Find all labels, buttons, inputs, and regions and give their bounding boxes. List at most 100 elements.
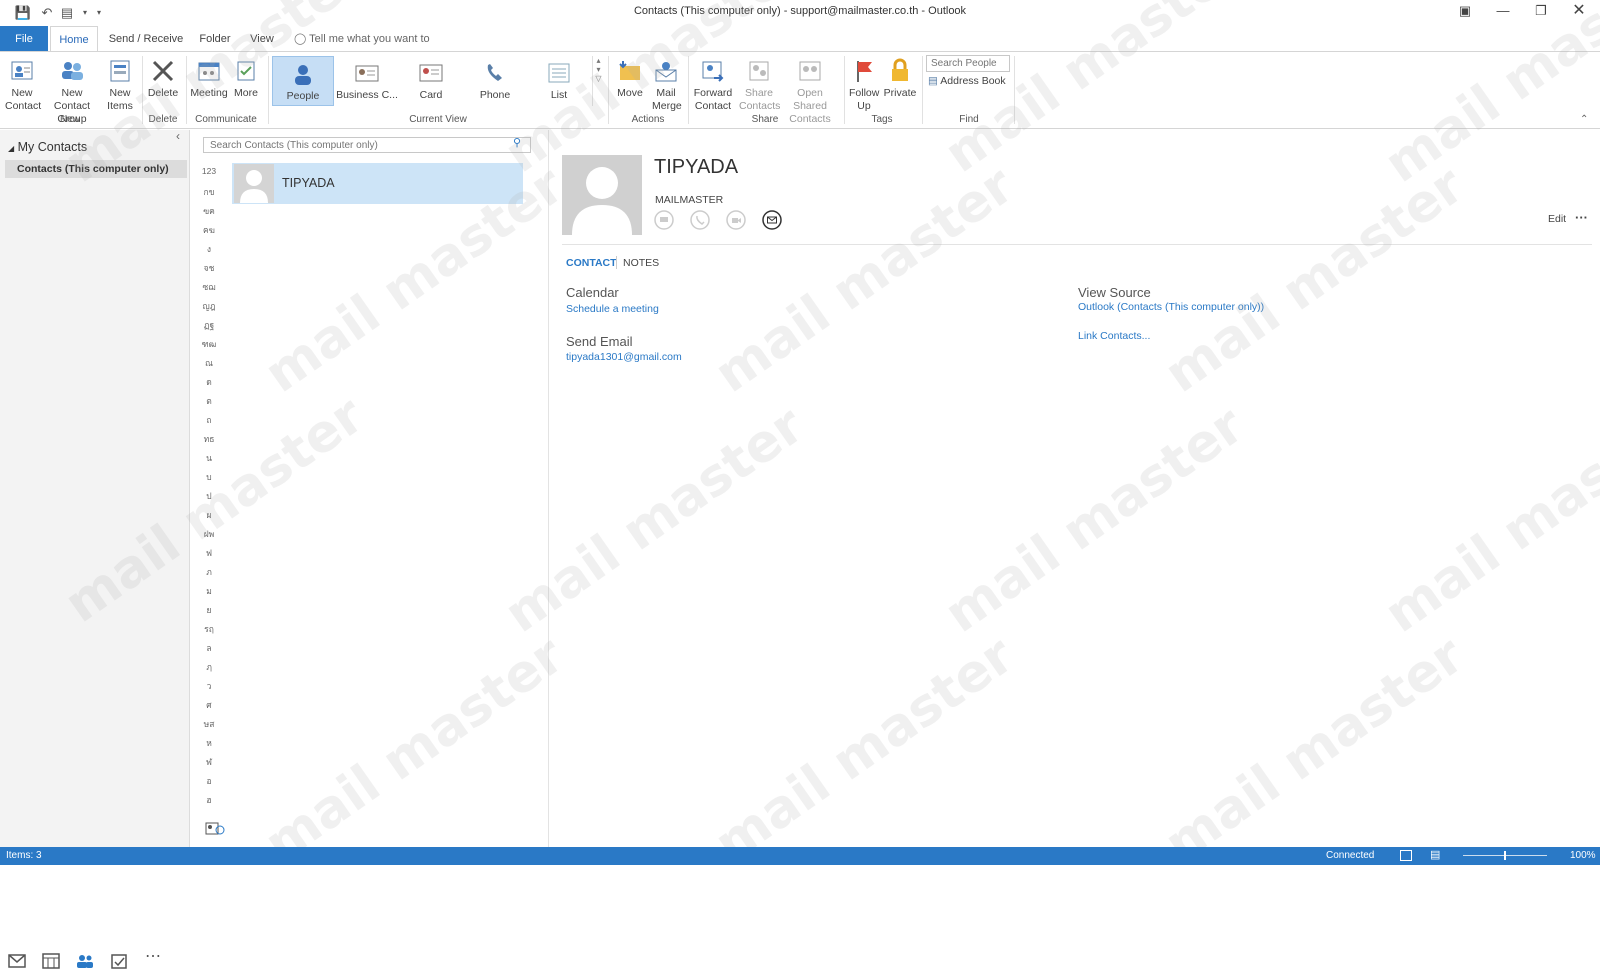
folder-contacts-this-computer[interactable]: Contacts (This computer only) [5, 160, 187, 178]
ribbon-display-options-icon[interactable]: ▣ [1446, 0, 1484, 22]
reading-pane: TIPYADA MAILMASTER Edit ··· CONTACT NOTE… [550, 130, 1600, 847]
view-card[interactable]: Card [400, 56, 462, 106]
alphabet-index-item[interactable]: ย [199, 603, 219, 617]
alphabet-index-item[interactable]: ห [199, 736, 219, 750]
view-people[interactable]: People [272, 56, 334, 106]
alphabet-index-item[interactable]: ผ [199, 508, 219, 522]
tab-file[interactable]: File [0, 26, 48, 52]
tab-send-receive[interactable]: Send / Receive [104, 26, 188, 52]
my-contacts-header[interactable]: ◢ My Contacts [8, 140, 87, 154]
alphabet-index-item[interactable]: ณ [199, 356, 219, 370]
alphabet-index-item[interactable]: น [199, 451, 219, 465]
more-nav-icon[interactable]: ⋯ [145, 946, 161, 966]
tab-view[interactable]: View [244, 26, 280, 52]
tab-folder[interactable]: Folder [194, 26, 236, 52]
follow-up-button[interactable]: Follow Up [846, 54, 882, 113]
alphabet-index-item[interactable]: ทธ [199, 432, 219, 446]
share-contacts-button[interactable]: Share Contacts [738, 54, 780, 113]
tab-notes[interactable]: NOTES [623, 257, 659, 269]
alphabet-index-item[interactable]: ต [199, 394, 219, 408]
alphabet-index-item[interactable]: ง [199, 242, 219, 256]
restore-button[interactable]: ❐ [1522, 0, 1560, 22]
address-book-button[interactable]: ▤ Address Book [928, 75, 1006, 87]
contact-list-item[interactable]: TIPYADA [232, 163, 523, 204]
calendar-icon[interactable] [42, 953, 60, 969]
reading-view-icon[interactable]: ▤ [1430, 848, 1440, 861]
alphabet-index-item[interactable]: ป [199, 489, 219, 503]
email-address-link[interactable]: tipyada1301@gmail.com [566, 351, 682, 363]
alphabet-index-item[interactable]: ฝพ [199, 527, 219, 541]
call-icon[interactable] [690, 210, 710, 230]
im-icon[interactable] [654, 210, 674, 230]
alphabet-index-item[interactable]: ฦ [199, 660, 219, 674]
search-contacts-input[interactable] [203, 137, 531, 153]
schedule-meeting-link[interactable]: Schedule a meeting [566, 303, 659, 315]
alphabet-index-item[interactable]: กข [199, 185, 219, 199]
alphabet-index-item[interactable]: ล [199, 641, 219, 655]
new-items-button[interactable]: New Items [102, 54, 138, 113]
view-source-link[interactable]: Outlook (Contacts (This computer only)) [1078, 301, 1264, 313]
alphabet-index-item[interactable]: บ [199, 470, 219, 484]
alphabet-index-item[interactable]: ศ [199, 698, 219, 712]
status-bar: Items: 3 Connected ▤ 100% [0, 847, 1600, 865]
connection-status: Connected [1326, 850, 1375, 861]
alphabet-index-item[interactable]: ฟ [199, 546, 219, 560]
alphabet-index-item[interactable]: ซฌ [199, 280, 219, 294]
meeting-button[interactable]: Meeting [188, 54, 230, 100]
alphabet-index-item[interactable]: รฤ [199, 622, 219, 636]
group-label-actions: Actions [631, 114, 665, 125]
gallery-scroll[interactable]: ▴ ▾ ▽ [592, 56, 604, 106]
alphabet-index-item[interactable]: ฃค [199, 204, 219, 218]
link-contacts-link[interactable]: Link Contacts... [1078, 330, 1150, 342]
alphabet-index-item[interactable]: 123 [199, 166, 219, 176]
close-button[interactable]: ✕ [1560, 0, 1598, 22]
alphabet-index-item[interactable]: ว [199, 679, 219, 693]
edit-button[interactable]: Edit [1548, 213, 1566, 225]
move-button[interactable]: Move [612, 54, 648, 100]
zoom-slider-thumb[interactable] [1504, 851, 1506, 860]
search-icon[interactable]: ⚲ [513, 136, 521, 149]
alphabet-index-item[interactable]: ฑฒ [199, 337, 219, 351]
tasks-icon[interactable] [110, 953, 128, 969]
mail-merge-button[interactable]: Mail Merge [648, 54, 684, 113]
delete-button[interactable]: Delete [144, 54, 182, 100]
contact-card-globe-icon[interactable] [205, 822, 225, 835]
alphabet-index-item[interactable]: จช [199, 261, 219, 275]
alphabet-index-item[interactable]: ฏฐ [199, 318, 219, 332]
forward-contact-button[interactable]: Forward Contact [690, 54, 736, 113]
people-view-icon [295, 65, 311, 85]
view-business-card[interactable]: Business C... [336, 56, 398, 106]
new-contact-button[interactable]: New Contact [2, 54, 42, 113]
mail-icon[interactable] [8, 953, 26, 969]
alphabet-index-item[interactable]: ฬ [199, 755, 219, 769]
more-options-button[interactable]: ··· [1575, 210, 1588, 225]
alphabet-index-item[interactable]: ษส [199, 717, 219, 731]
people-icon[interactable] [76, 953, 94, 969]
tab-separator [616, 256, 617, 269]
collapse-ribbon-icon[interactable]: ⌃ [1580, 114, 1588, 125]
window-title: Contacts (This computer only) - support@… [633, 5, 967, 17]
alphabet-index-item[interactable]: ภ [199, 565, 219, 579]
alphabet-index-item[interactable]: ญฎ [199, 299, 219, 313]
alphabet-index-item[interactable]: ถ [199, 413, 219, 427]
contact-photo[interactable] [562, 155, 642, 235]
normal-view-icon[interactable] [1400, 850, 1412, 861]
alphabet-index-item[interactable]: ฅฆ [199, 223, 219, 237]
video-icon[interactable] [726, 210, 746, 230]
alphabet-index-item[interactable]: ฮ [199, 793, 219, 807]
more-button[interactable]: More [230, 54, 262, 100]
collapse-folder-pane-icon[interactable]: ‹ [176, 129, 180, 143]
alphabet-index-item[interactable]: อ [199, 774, 219, 788]
tab-contact[interactable]: CONTACT [566, 257, 617, 269]
contact-name: TIPYADA [282, 176, 335, 190]
alphabet-index-item[interactable]: ม [199, 584, 219, 598]
alphabet-index-item[interactable]: ด [199, 375, 219, 389]
view-list[interactable]: List [528, 56, 590, 106]
email-icon[interactable] [762, 210, 782, 230]
minimize-button[interactable]: — [1484, 0, 1522, 22]
view-phone[interactable]: Phone [464, 56, 526, 106]
tell-me-box[interactable]: ◯ Tell me what you want to do [294, 26, 444, 71]
private-button[interactable]: Private [882, 54, 918, 100]
tab-home[interactable]: Home [50, 26, 98, 52]
search-people-input[interactable] [926, 55, 1010, 72]
